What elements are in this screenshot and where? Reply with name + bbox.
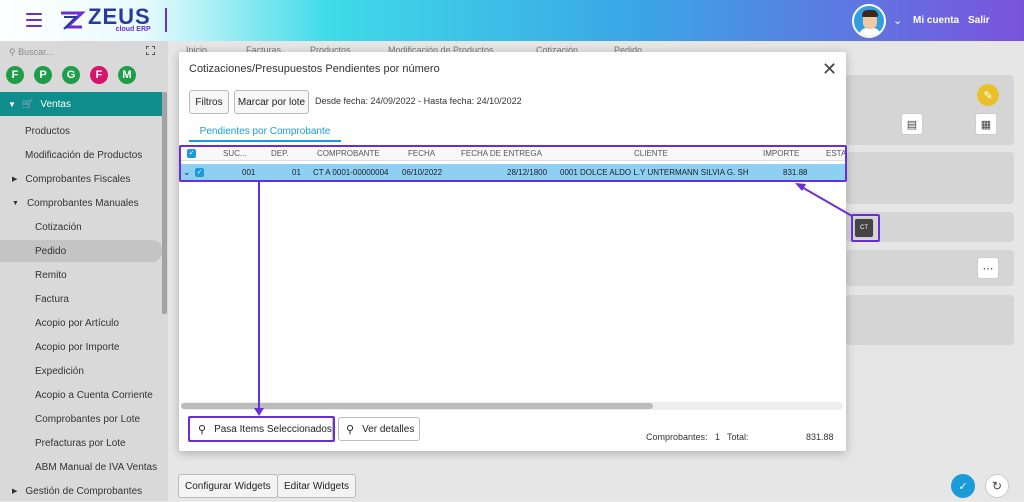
refresh-icon[interactable]: ↻ bbox=[985, 474, 1009, 498]
configurar-widgets-button[interactable]: Configurar Widgets bbox=[178, 474, 278, 498]
confirm-icon[interactable]: ✓ bbox=[951, 474, 975, 498]
annotation-arrows bbox=[254, 182, 853, 416]
down-arrow-head bbox=[254, 408, 264, 416]
editar-widgets-button[interactable]: Editar Widgets bbox=[277, 474, 357, 498]
diag-arrow-head bbox=[795, 183, 806, 191]
diag-arrow-line bbox=[799, 185, 853, 217]
